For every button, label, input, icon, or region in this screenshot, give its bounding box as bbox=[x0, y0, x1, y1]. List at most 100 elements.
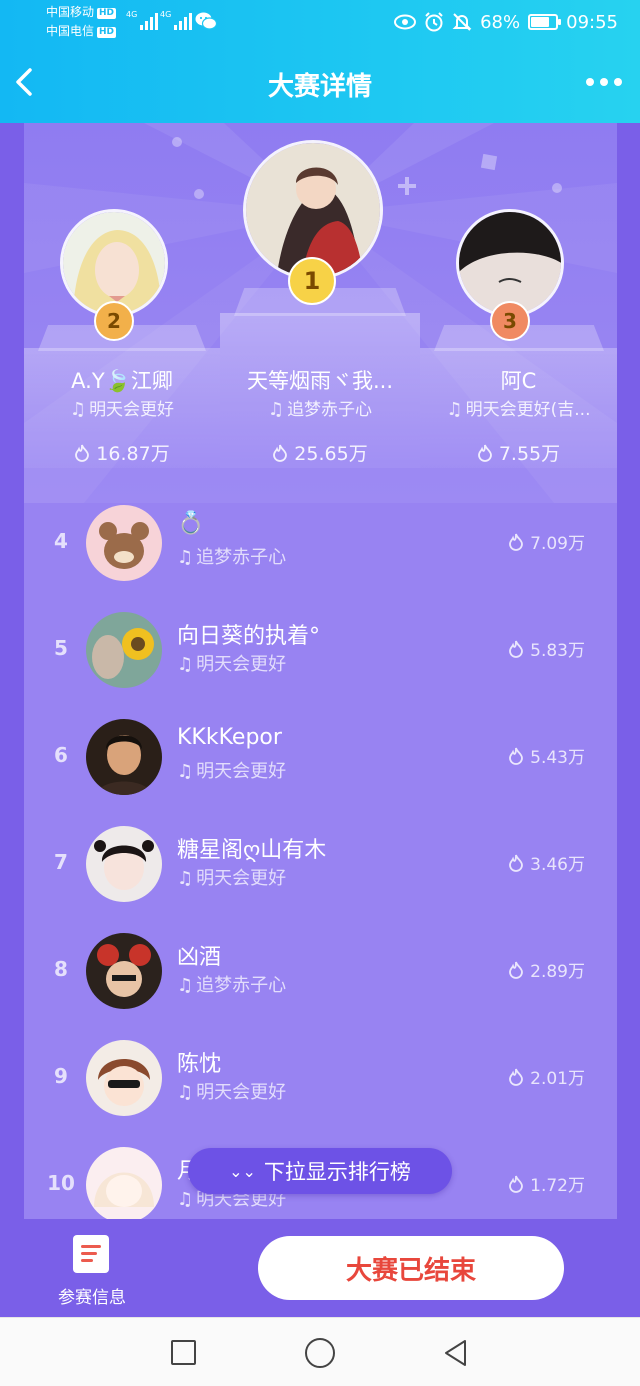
rank-number: 7 bbox=[54, 850, 68, 874]
podium-song-3: ♫ 明天会更好(吉... bbox=[446, 399, 591, 420]
list-item[interactable]: 5 向日葵的执着° ♫ 明天会更好 5.83万 bbox=[24, 606, 617, 713]
top-bar: 中国移动 HD 中国电信 HD 4G 4G 68% 09:55 大赛详情 bbox=[0, 0, 640, 123]
score: 5.43万 bbox=[508, 743, 585, 768]
player-name: 💍 bbox=[177, 511, 205, 536]
flame-icon bbox=[509, 1175, 524, 1193]
flame-icon bbox=[509, 747, 524, 765]
bottom-action-bar: 参赛信息 大赛已结束 bbox=[0, 1219, 640, 1317]
rank-number: 10 bbox=[47, 1171, 75, 1195]
song-name: ♫ 明天会更好 bbox=[177, 761, 287, 782]
music-note-icon: ♫ bbox=[177, 547, 194, 568]
rank-number: 4 bbox=[54, 529, 68, 553]
status-bar: 中国移动 HD 中国电信 HD 4G 4G 68% 09:55 bbox=[0, 0, 640, 44]
nav-back-icon[interactable] bbox=[441, 1338, 471, 1368]
home-icon[interactable] bbox=[305, 1338, 335, 1368]
battery-icon bbox=[528, 14, 562, 30]
song-name: ♫ 明天会更好 bbox=[177, 654, 287, 675]
flame-icon bbox=[509, 1068, 524, 1086]
flame-icon bbox=[477, 444, 492, 462]
score: 1.72万 bbox=[508, 1171, 585, 1196]
hd-badge: HD bbox=[97, 27, 117, 38]
avatar[interactable] bbox=[86, 612, 162, 688]
recent-apps-icon[interactable] bbox=[171, 1340, 196, 1365]
music-note-icon: ♫ bbox=[177, 975, 194, 996]
song-name: ♫ 明天会更好 bbox=[177, 868, 287, 889]
carrier-2: 中国电信 HD bbox=[46, 24, 117, 38]
double-chevron-down-icon: ⌄⌄ bbox=[229, 1161, 256, 1181]
music-note-icon: ♫ bbox=[69, 399, 87, 420]
player-name: 凶酒 bbox=[177, 945, 222, 970]
rank-medal-1: 1 bbox=[288, 257, 336, 305]
music-note-icon: ♫ bbox=[177, 1189, 194, 1210]
list-item[interactable]: 8 凶酒 ♫ 追梦赤子心 2.89万 bbox=[24, 927, 617, 1034]
decoration-dot bbox=[172, 137, 182, 147]
rank-number: 8 bbox=[54, 957, 68, 981]
list-item[interactable]: 9 陈忱 ♫ 明天会更好 2.01万 bbox=[24, 1034, 617, 1141]
score: 3.46万 bbox=[508, 850, 585, 875]
music-note-icon: ♫ bbox=[267, 399, 285, 420]
player-name: 向日葵的执着° bbox=[177, 624, 321, 649]
rank-number: 6 bbox=[54, 743, 68, 767]
music-note-icon: ♫ bbox=[177, 1082, 194, 1103]
rank-medal-3: 3 bbox=[490, 301, 530, 341]
flame-icon bbox=[509, 961, 524, 979]
list-item[interactable]: 6 KKkKepor ♫ 明天会更好 5.43万 bbox=[24, 713, 617, 820]
music-note-icon: ♫ bbox=[177, 761, 194, 782]
song-name: ♫ 追梦赤子心 bbox=[177, 547, 287, 568]
avatar[interactable] bbox=[86, 719, 162, 795]
podium-name-1[interactable]: 天等烟雨ヾ我... bbox=[220, 365, 420, 395]
contest-info-button[interactable]: 参赛信息 bbox=[50, 1235, 134, 1308]
signal-icon: 4G bbox=[126, 10, 158, 30]
hd-badge: HD bbox=[97, 8, 117, 19]
music-note-icon: ♫ bbox=[177, 868, 194, 889]
pull-to-show-ranking-button[interactable]: ⌄⌄ 下拉显示排行榜 bbox=[188, 1148, 452, 1194]
battery-percent: 68% bbox=[480, 11, 521, 33]
flame-icon bbox=[273, 444, 288, 462]
signal-icon: 4G bbox=[160, 10, 192, 30]
contest-info-label: 参赛信息 bbox=[58, 1288, 126, 1308]
podium-name-3[interactable]: 阿C bbox=[420, 365, 617, 395]
wechat-icon bbox=[195, 12, 217, 30]
avatar[interactable] bbox=[86, 1147, 162, 1219]
score: 2.01万 bbox=[508, 1064, 585, 1089]
podium-song-2: ♫ 明天会更好 bbox=[69, 399, 175, 420]
player-name: 陈忱 bbox=[177, 1052, 222, 1077]
leaderboard-board: 1 天等烟雨ヾ我... ♫ 追梦赤子心 25.65万 2 A.Y🍃江卿 ♫ 明天会更… bbox=[24, 123, 617, 1219]
rank-number: 9 bbox=[54, 1064, 68, 1088]
list-item[interactable]: 4 💍 ♫ 追梦赤子心 7.09万 bbox=[24, 499, 617, 606]
status-right: 68% 09:55 bbox=[394, 8, 618, 36]
song-name: ♫ 追梦赤子心 bbox=[177, 975, 287, 996]
list-item[interactable]: 7 糖星阁ღ山有木 ♫ 明天会更好 3.46万 bbox=[24, 820, 617, 927]
music-note-icon: ♫ bbox=[177, 654, 194, 675]
flame-icon bbox=[509, 854, 524, 872]
music-note-icon: ♫ bbox=[446, 399, 463, 420]
avatar[interactable] bbox=[86, 1040, 162, 1116]
flame-icon bbox=[509, 640, 524, 658]
podium-song-1: ♫ 追梦赤子心 bbox=[267, 399, 373, 420]
clock: 09:55 bbox=[566, 11, 618, 33]
decoration-dot bbox=[194, 189, 204, 199]
avatar[interactable] bbox=[86, 826, 162, 902]
score: 7.09万 bbox=[508, 529, 585, 554]
contest-ended-button[interactable]: 大赛已结束 bbox=[258, 1236, 564, 1300]
plus-decoration-icon bbox=[398, 177, 416, 195]
podium-score-1: 25.65万 bbox=[220, 439, 420, 466]
avatar[interactable] bbox=[86, 933, 162, 1009]
player-name: 糖星阁ღ山有木 bbox=[177, 838, 327, 863]
podium-score-3: 7.55万 bbox=[420, 439, 617, 466]
carrier-1: 中国移动 HD bbox=[46, 5, 117, 19]
more-icon[interactable] bbox=[584, 72, 624, 92]
decoration-square bbox=[480, 153, 498, 171]
score: 5.83万 bbox=[508, 636, 585, 661]
podium-name-2[interactable]: A.Y🍃江卿 bbox=[24, 365, 220, 395]
header: 大赛详情 bbox=[0, 52, 640, 114]
document-icon bbox=[73, 1235, 109, 1273]
decoration-dot bbox=[552, 183, 562, 193]
rank-medal-2: 2 bbox=[94, 301, 134, 341]
flame-icon bbox=[75, 444, 90, 462]
avatar[interactable] bbox=[86, 505, 162, 581]
player-name: KKkKepor bbox=[177, 725, 282, 750]
podium-score-2: 16.87万 bbox=[24, 439, 220, 466]
score: 2.89万 bbox=[508, 957, 585, 982]
mute-icon bbox=[452, 13, 472, 31]
